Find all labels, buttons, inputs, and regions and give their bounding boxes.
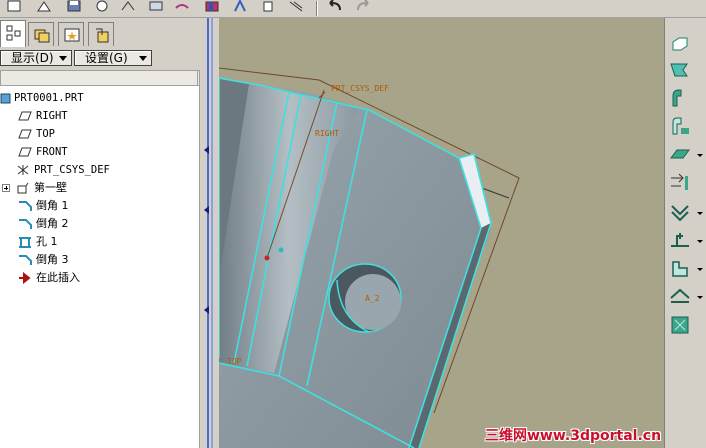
column-divider[interactable] xyxy=(197,71,198,86)
navigator-panel: 显示(D) 设置(G) PRT0001.PRT RIGHT TOP FRONT … xyxy=(0,18,208,448)
measure-icon[interactable] xyxy=(288,0,306,14)
watermark: 三维网www.3dportal.cn xyxy=(485,428,662,444)
part-icon xyxy=(0,92,14,104)
tree-item-label: 倒角 3 xyxy=(36,253,69,266)
rip-icon[interactable] xyxy=(669,258,703,280)
sheetmetal-wall-icon[interactable] xyxy=(669,34,693,56)
chevron-down-icon[interactable] xyxy=(697,296,703,299)
repaint-icon[interactable] xyxy=(120,0,138,14)
tree-item-label: 孔 1 xyxy=(36,235,58,248)
redo-icon[interactable] xyxy=(354,0,372,14)
favorites-tab-icon xyxy=(64,28,80,42)
model-tree-header xyxy=(0,70,200,86)
connections-tab-icon xyxy=(96,28,109,43)
form-icon[interactable] xyxy=(669,230,703,252)
first-wall-icon xyxy=(16,182,30,194)
csys-icon xyxy=(16,164,30,176)
tab-model-tree[interactable] xyxy=(0,20,26,47)
insert-here-arrow-icon xyxy=(18,271,32,285)
cut-icon[interactable] xyxy=(669,202,703,224)
datum-plane-icon xyxy=(18,110,32,122)
graphics-window[interactable]: PRT_CSYS_DEF RIGHT TOP A_2 xyxy=(219,18,664,448)
tab-favorites[interactable] xyxy=(58,22,84,46)
tree-item-label: 倒角 2 xyxy=(36,217,69,230)
print-icon[interactable] xyxy=(94,0,112,14)
chevron-down-icon xyxy=(139,56,147,61)
datum-point-marker xyxy=(264,255,270,261)
top-plane-label[interactable]: TOP xyxy=(227,357,242,366)
right-plane-label[interactable]: RIGHT xyxy=(315,129,339,138)
flat-wall-icon[interactable] xyxy=(669,60,693,82)
chevron-down-icon[interactable] xyxy=(697,154,703,157)
toolbar-separator xyxy=(316,1,318,16)
corner-relief-icon[interactable] xyxy=(669,286,703,308)
model-view: PRT_CSYS_DEF RIGHT TOP A_2 xyxy=(219,67,520,448)
collapse-arrow-icon[interactable] xyxy=(204,306,209,314)
display-menu[interactable]: 显示(D) xyxy=(0,50,72,66)
collapse-arrow-icon[interactable] xyxy=(204,206,209,214)
unbend-icon[interactable] xyxy=(669,144,703,166)
extend-icon[interactable] xyxy=(669,116,693,138)
chevron-down-icon[interactable] xyxy=(697,212,703,215)
sheetmetal-toolbar xyxy=(664,18,706,448)
collapse-arrow-icon[interactable] xyxy=(204,146,209,154)
main-toolbar xyxy=(0,0,706,18)
chamfer-icon xyxy=(18,200,32,212)
splitter-line xyxy=(207,18,209,448)
chevron-down-icon xyxy=(59,56,67,61)
model-tree: PRT0001.PRT RIGHT TOP FRONT PRT_CSYS_DEF xyxy=(0,86,200,448)
save-icon[interactable] xyxy=(66,0,84,14)
chamfer-icon xyxy=(18,254,32,266)
open-icon[interactable] xyxy=(36,0,54,14)
tree-item-label: 倒角 1 xyxy=(36,199,69,212)
hole-icon xyxy=(18,236,32,248)
model-tree-icon[interactable] xyxy=(260,0,278,14)
tree-item-label: 在此插入 xyxy=(36,271,80,284)
shading-icon[interactable] xyxy=(204,0,222,14)
new-icon[interactable] xyxy=(6,0,24,14)
tree-item-label: FRONT xyxy=(36,146,68,158)
navigator-tabs xyxy=(0,20,208,48)
tree-item-label: PRT_CSYS_DEF xyxy=(34,164,110,176)
chevron-down-icon[interactable] xyxy=(697,240,703,243)
datum-plane-icon xyxy=(18,146,32,158)
undo-icon[interactable] xyxy=(326,0,344,14)
tab-connections[interactable] xyxy=(88,22,114,46)
settings-menu[interactable]: 设置(G) xyxy=(74,50,152,66)
model-tree-tab-icon xyxy=(6,25,21,41)
bend-back-icon[interactable] xyxy=(669,172,693,194)
tree-item-label: RIGHT xyxy=(36,110,68,122)
folder-tab-icon xyxy=(34,29,50,43)
chamfer-icon xyxy=(18,218,32,230)
panel-splitter[interactable] xyxy=(201,18,219,448)
axis-label[interactable]: A_2 xyxy=(365,294,380,303)
flatten-icon[interactable] xyxy=(669,314,693,336)
zoom-in-icon[interactable] xyxy=(148,0,166,14)
settings-menu-label: 设置(G) xyxy=(85,51,128,65)
datum-point-marker xyxy=(278,247,284,253)
chevron-down-icon[interactable] xyxy=(697,268,703,271)
zoom-out-icon[interactable] xyxy=(174,0,192,14)
expand-icon[interactable] xyxy=(2,184,10,192)
tree-item-label: PRT0001.PRT xyxy=(14,92,84,104)
display-menu-label: 显示(D) xyxy=(11,51,54,65)
csys-label[interactable]: PRT_CSYS_DEF xyxy=(331,84,389,93)
flange-wall-icon[interactable] xyxy=(669,88,693,110)
app-window: 显示(D) 设置(G) PRT0001.PRT RIGHT TOP FRONT … xyxy=(0,0,706,448)
datum-plane-icon xyxy=(18,128,32,140)
tab-folder-browser[interactable] xyxy=(28,22,54,46)
datum-display-icon[interactable] xyxy=(232,0,250,14)
tree-item-label: TOP xyxy=(36,128,55,140)
tree-item-label: 第一壁 xyxy=(34,181,67,194)
splitter-line xyxy=(211,18,213,448)
